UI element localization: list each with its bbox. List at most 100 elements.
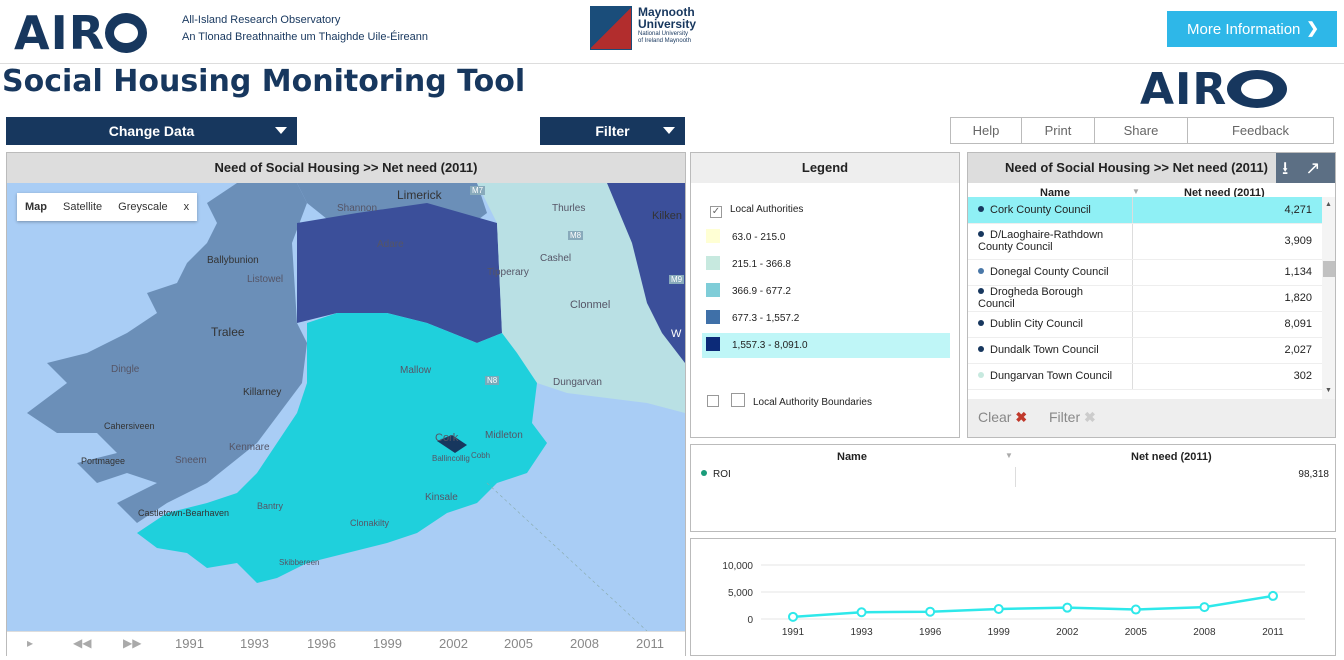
filter-x-icon: ✖ xyxy=(1084,409,1096,425)
timeline-year[interactable]: 1993 xyxy=(240,636,269,651)
play-icon[interactable]: ▸ xyxy=(27,636,33,650)
rewind-icon[interactable]: ◀◀ xyxy=(73,636,91,650)
panel-tools: ⭳ ↗ xyxy=(1276,153,1335,183)
legend-class: 366.9 - 677.2 xyxy=(702,279,950,304)
table-row[interactable]: Cork County Council 4,271 xyxy=(968,197,1322,224)
print-button[interactable]: Print xyxy=(1022,118,1095,143)
map-type-map[interactable]: Map xyxy=(17,193,55,221)
table-row[interactable]: Dublin City Council 8,091 xyxy=(968,311,1322,338)
road-m8-icon: M8 xyxy=(568,231,584,240)
airo-logo-o xyxy=(105,13,148,53)
legend-class: 63.0 - 215.0 xyxy=(702,225,950,250)
airo-logo[interactable]: AIR xyxy=(14,6,148,60)
data-point xyxy=(993,604,1004,615)
boundaries-toggle[interactable]: Local Authority Boundaries xyxy=(702,390,950,415)
y-tick-label: 10,000 xyxy=(722,561,753,572)
row-color-dot xyxy=(978,288,984,294)
place-castletown: Castletown-Bearhaven xyxy=(138,508,230,518)
place-kinsale: Kinsale xyxy=(425,492,458,503)
y-tick-label: 5,000 xyxy=(728,588,753,599)
place-mallow: Mallow xyxy=(400,365,432,376)
data-point xyxy=(1062,602,1073,613)
legend-title: Legend xyxy=(691,153,959,183)
checkbox-icon[interactable] xyxy=(707,395,719,407)
page-title: Social Housing Monitoring Tool xyxy=(2,64,526,99)
x-tick-label: 2008 xyxy=(1193,627,1216,638)
row-color-dot xyxy=(978,320,984,326)
data-point xyxy=(925,606,936,617)
table-header: Name ▼ Net need (2011) xyxy=(968,183,1322,199)
scroll-up-icon[interactable]: ▲ xyxy=(1325,201,1332,208)
org-name-english: All-Island Research Observatory xyxy=(182,14,341,26)
timeline: ▸ ◀◀ ▶▶ 1991 1993 1996 1999 2002 2005 20… xyxy=(7,631,685,656)
row-color-dot xyxy=(978,205,984,212)
timeline-year[interactable]: 1996 xyxy=(307,636,336,651)
summary-name-header[interactable]: Name xyxy=(837,451,867,463)
table-row[interactable]: Dungarvan Town Council 302 xyxy=(968,363,1322,390)
clear-button[interactable]: Clear ✖ xyxy=(978,409,1027,426)
timeline-year[interactable]: 2011 xyxy=(636,636,664,651)
timeline-year[interactable]: 1991 xyxy=(175,636,204,651)
timeline-year[interactable]: 1999 xyxy=(373,636,402,651)
y-tick-label: 0 xyxy=(747,615,753,626)
place-shannon: Shannon xyxy=(337,203,378,214)
map-type-close[interactable]: x xyxy=(176,193,198,221)
table-row[interactable]: Drogheda Borough Council 1,820 xyxy=(968,285,1322,312)
summary-row-name[interactable]: ROI xyxy=(701,469,731,480)
timeline-year[interactable]: 2005 xyxy=(504,636,533,651)
more-information-button[interactable]: More Information ❯ xyxy=(1167,11,1337,47)
data-point xyxy=(1199,602,1210,613)
x-tick-label: 1999 xyxy=(988,627,1011,638)
timeline-year[interactable]: 2008 xyxy=(570,636,599,651)
place-clonmel: Clonmel xyxy=(570,299,611,311)
choropleth-map[interactable]: Map Satellite Greyscale x Shannon Limeri… xyxy=(7,183,685,631)
map-canvas[interactable] xyxy=(7,183,685,631)
place-tralee: Tralee xyxy=(211,325,245,339)
legend-swatch xyxy=(706,310,720,324)
legend-swatch xyxy=(706,229,720,243)
place-limerick: Limerick xyxy=(397,188,442,202)
scrollbar-thumb[interactable] xyxy=(1323,261,1335,277)
org-name-irish: An Tlonad Breathnaithe um Thaighde Uile-… xyxy=(182,31,429,43)
local-authorities-toggle[interactable]: ✓ Local Authorities xyxy=(702,197,950,222)
checkbox-icon[interactable] xyxy=(731,393,745,407)
place-ballincollig: Ballincollig xyxy=(432,454,470,463)
row-color-dot xyxy=(978,231,984,237)
checkbox-checked-icon[interactable]: ✓ xyxy=(710,206,722,218)
change-data-dropdown[interactable]: Change Data xyxy=(6,117,297,145)
scroll-down-icon[interactable]: ▼ xyxy=(1325,387,1332,394)
feedback-button[interactable]: Feedback xyxy=(1188,118,1333,143)
place-ballybunion: Ballybunion xyxy=(207,255,259,266)
fast-forward-icon[interactable]: ▶▶ xyxy=(123,636,141,650)
sort-icon[interactable]: ▼ xyxy=(1132,187,1140,196)
place-clonakilty: Clonakilty xyxy=(350,518,390,528)
place-dungarvan: Dungarvan xyxy=(553,377,602,388)
expand-icon[interactable]: ↗ xyxy=(1305,158,1320,178)
help-button[interactable]: Help xyxy=(951,118,1022,143)
table-row[interactable]: Donegal County Council 1,134 xyxy=(968,259,1322,286)
download-icon[interactable]: ⭳ xyxy=(1282,158,1288,178)
chart-panel: 10,000 5,000 0 1991 1993 1996 1999 2002 2005 2008… xyxy=(690,538,1336,656)
map-panel-title: Need of Social Housing >> Net need (2011… xyxy=(7,153,685,183)
map-type-greyscale[interactable]: Greyscale xyxy=(110,193,176,221)
table-row[interactable]: Dundalk Town Council 2,027 xyxy=(968,337,1322,364)
dropdown-arrow-icon xyxy=(663,127,675,134)
summary-value-header[interactable]: Net need (2011) xyxy=(1131,451,1212,463)
place-cahersiveen: Cahersiveen xyxy=(104,421,155,431)
row-color-dot xyxy=(978,346,984,352)
map-type-satellite[interactable]: Satellite xyxy=(55,193,110,221)
data-point xyxy=(788,611,798,622)
filter-dropdown[interactable]: Filter xyxy=(540,117,685,145)
filter-button[interactable]: Filter ✖ xyxy=(1049,409,1096,426)
timeline-year[interactable]: 2002 xyxy=(439,636,468,651)
table-row[interactable]: D/Laoghaire-Rathdown County Council 3,909 xyxy=(968,223,1322,260)
summary-row-value: 98,318 xyxy=(1298,469,1329,480)
share-button[interactable]: Share xyxy=(1095,118,1188,143)
legend-class: 677.3 - 1,557.2 xyxy=(702,306,950,331)
place-midleton: Midleton xyxy=(485,430,523,441)
place-kilkenny: Kilken xyxy=(652,210,682,222)
tools-bar: Help Print Share Feedback xyxy=(950,117,1334,144)
scrollbar[interactable]: ▲ ▼ xyxy=(1322,197,1335,399)
x-tick-label: 1991 xyxy=(782,627,805,638)
sort-icon[interactable]: ▼ xyxy=(1005,451,1013,460)
